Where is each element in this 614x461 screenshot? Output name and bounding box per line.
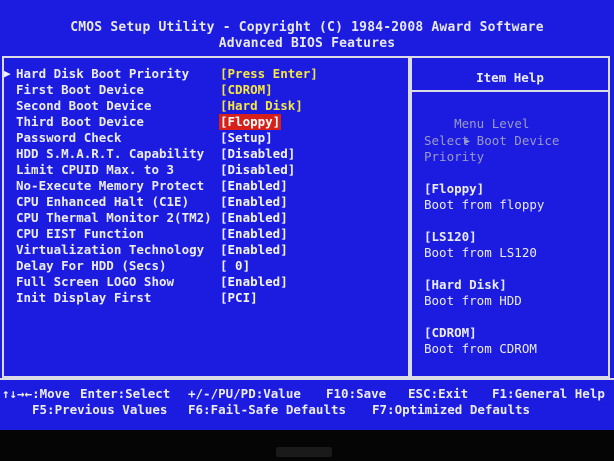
setting-cpu-eist-function[interactable]: CPU EIST Function [Enabled] [4, 226, 408, 242]
key-hint-value: +/-/PU/PD:Value [188, 386, 301, 401]
footer-keys-row1: ↑↓→←:Move Enter:Select +/-/PU/PD:Value F… [0, 386, 614, 402]
setting-value[interactable]: [Disabled] [220, 146, 295, 162]
help-option-desc: Boot from floppy [424, 197, 545, 212]
help-divider [412, 90, 608, 92]
help-option-desc: Boot from CDROM [424, 341, 537, 356]
setting-value[interactable]: [ 0] [220, 258, 250, 274]
setting-label: HDD S.M.A.R.T. Capability [16, 146, 205, 161]
key-hint-previous-values: F5:Previous Values [32, 402, 168, 417]
setting-value[interactable]: [Setup] [220, 130, 273, 146]
key-hint-general-help: F1:General Help [492, 386, 605, 401]
setting-label: Second Boot Device [16, 98, 152, 113]
utility-title: CMOS Setup Utility - Copyright (C) 1984-… [70, 20, 544, 35]
setting-cpu-thermal-monitor[interactable]: CPU Thermal Monitor 2(TM2) [Enabled] [4, 210, 408, 226]
setting-full-screen-logo-show[interactable]: Full Screen LOGO Show [Enabled] [4, 274, 408, 290]
setting-label: Hard Disk Boot Priority [16, 66, 190, 81]
setting-cpu-enhanced-halt[interactable]: CPU Enhanced Halt (C1E) [Enabled] [4, 194, 408, 210]
key-hint-move: ↑↓→←:Move [2, 386, 70, 401]
setting-value[interactable]: [Press Enter] [220, 66, 318, 82]
setting-value[interactable]: [Enabled] [220, 226, 288, 242]
setting-hdd-smart-capability[interactable]: HDD S.M.A.R.T. Capability [Disabled] [4, 146, 408, 162]
setting-virtualization-technology[interactable]: Virtualization Technology [Enabled] [4, 242, 408, 258]
setting-second-boot-device[interactable]: Second Boot Device [Hard Disk] [4, 98, 408, 114]
help-description-line2: Priority [424, 149, 485, 164]
help-title: Item Help [476, 70, 544, 85]
help-option-key: [Hard Disk] [424, 277, 507, 292]
setting-label: Full Screen LOGO Show [16, 274, 175, 289]
menu-level-label: Menu Level [454, 116, 530, 131]
setting-no-execute-memory-protect[interactable]: No-Execute Memory Protect [Enabled] [4, 178, 408, 194]
help-option-desc: Boot from HDD [424, 293, 522, 308]
setting-value[interactable]: [Hard Disk] [220, 98, 303, 114]
monitor-logo [276, 447, 332, 457]
setting-label: CPU Thermal Monitor 2(TM2) [16, 210, 212, 225]
help-option-key: [CDROM] [424, 325, 477, 340]
setting-label: Init Display First [16, 290, 152, 305]
key-hint-failsafe-defaults: F6:Fail-Safe Defaults [188, 402, 347, 417]
footer-keys-row2: F5:Previous Values F6:Fail-Safe Defaults… [0, 402, 614, 418]
setting-delay-for-hdd[interactable]: Delay For HDD (Secs) [ 0] [4, 258, 408, 274]
help-option-desc: Boot from LS120 [424, 245, 537, 260]
setting-value[interactable]: [Disabled] [220, 162, 295, 178]
setting-label: Delay For HDD (Secs) [16, 258, 167, 273]
key-hint-select: Enter:Select [80, 386, 171, 401]
setting-value[interactable]: [Enabled] [220, 178, 288, 194]
help-option-key: [Floppy] [424, 181, 485, 196]
setting-label: First Boot Device [16, 82, 144, 97]
setting-value[interactable]: [Enabled] [220, 210, 288, 226]
setting-third-boot-device[interactable]: Third Boot Device [Floppy] [4, 114, 408, 130]
setting-label: No-Execute Memory Protect [16, 178, 205, 193]
setting-label: Password Check [16, 130, 122, 145]
footer-divider [0, 378, 614, 380]
setting-label: CPU Enhanced Halt (C1E) [16, 194, 190, 209]
setting-value[interactable]: [Enabled] [220, 194, 288, 210]
setting-value[interactable]: [CDROM] [220, 82, 273, 98]
bios-screen: CMOS Setup Utility - Copyright (C) 1984-… [0, 0, 614, 430]
setting-value[interactable]: [PCI] [220, 290, 258, 306]
setting-hard-disk-boot-priority[interactable]: ▶ Hard Disk Boot Priority [Press Enter] [4, 66, 408, 82]
page-title: Advanced BIOS Features [218, 36, 396, 51]
key-hint-exit: ESC:Exit [408, 386, 469, 401]
setting-limit-cpuid[interactable]: Limit CPUID Max. to 3 [Disabled] [4, 162, 408, 178]
setting-init-display-first[interactable]: Init Display First [PCI] [4, 290, 408, 306]
setting-value-selected[interactable]: [Floppy] [219, 114, 282, 130]
submenu-arrow-icon: ▶ [4, 67, 11, 80]
help-option-key: [LS120] [424, 229, 477, 244]
setting-label: Virtualization Technology [16, 242, 205, 257]
setting-value[interactable]: [Enabled] [220, 274, 288, 290]
setting-first-boot-device[interactable]: First Boot Device [CDROM] [4, 82, 408, 98]
help-description-line1: Select Boot Device [424, 133, 560, 148]
setting-label: Limit CPUID Max. to 3 [16, 162, 175, 177]
key-hint-save: F10:Save [326, 386, 387, 401]
setting-value[interactable]: [Enabled] [220, 242, 288, 258]
key-hint-optimized-defaults: F7:Optimized Defaults [372, 402, 531, 417]
setting-label: Third Boot Device [16, 114, 144, 129]
setting-label: CPU EIST Function [16, 226, 144, 241]
setting-password-check[interactable]: Password Check [Setup] [4, 130, 408, 146]
